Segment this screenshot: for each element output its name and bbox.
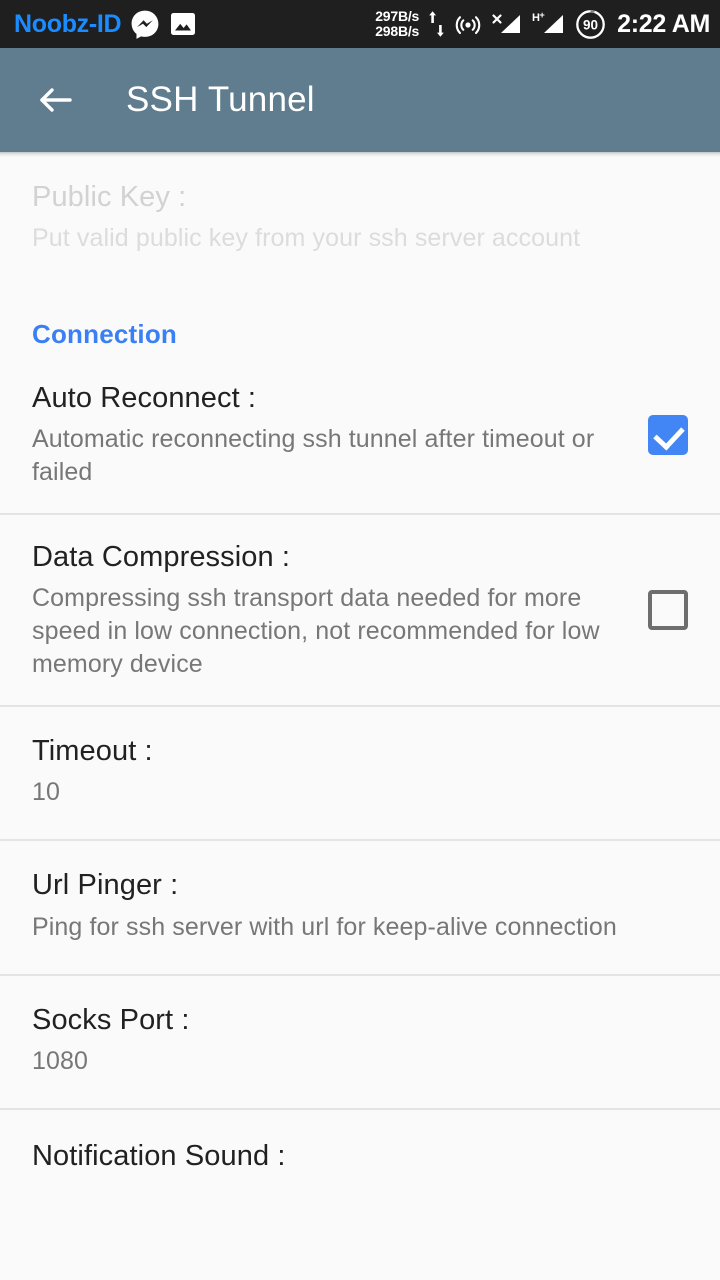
pref-public-key-text: Public Key : Put valid public key from y… bbox=[32, 179, 688, 255]
pref-socks-port-value: 1080 bbox=[32, 1046, 89, 1075]
pref-notification-sound[interactable]: Notification Sound : bbox=[0, 1109, 720, 1185]
pref-timeout-value: 10 bbox=[32, 778, 61, 807]
status-bar-left: Noobz-ID bbox=[14, 9, 197, 39]
pref-url-pinger-summary: Ping for ssh server with url for keep-al… bbox=[32, 912, 617, 941]
pref-socks-port-title: Socks Port : bbox=[32, 1003, 190, 1036]
pref-data-compression-summary: Compressing ssh transport data needed fo… bbox=[32, 584, 600, 679]
settings-list: Public Key : Put valid public key from y… bbox=[0, 157, 720, 1185]
sim1-signal-icon bbox=[491, 10, 523, 38]
network-speed-indicator: 297B/s 298B/s bbox=[375, 7, 420, 39]
pref-timeout-title: Timeout : bbox=[32, 735, 153, 768]
pref-data-compression-text: Data Compression : Compressing ssh trans… bbox=[32, 539, 622, 681]
pref-notification-sound-text: Notification Sound : bbox=[32, 1138, 688, 1175]
pref-auto-reconnect-text: Auto Reconnect : Automatic reconnecting … bbox=[32, 380, 622, 489]
pref-timeout[interactable]: Timeout : 10 bbox=[0, 707, 720, 840]
pref-public-key[interactable]: Public Key : Put valid public key from y… bbox=[0, 157, 720, 286]
checkbox-data-compression[interactable] bbox=[648, 590, 688, 631]
sim2-signal-hplus-icon: H + bbox=[532, 10, 566, 38]
status-bar: Noobz-ID 297B/s 298B/s H + 90 2:22 AM bbox=[0, 0, 720, 48]
messenger-icon bbox=[130, 9, 160, 39]
section-header-connection: Connection bbox=[0, 285, 720, 357]
hotspot-icon bbox=[454, 10, 482, 38]
network-speed-down: 298B/s bbox=[375, 23, 420, 39]
gallery-icon bbox=[169, 10, 197, 38]
checkbox-auto-reconnect[interactable] bbox=[648, 414, 688, 455]
status-bar-right: 297B/s 298B/s H + 90 2:22 AM bbox=[375, 7, 710, 40]
clock: 2:22 AM bbox=[617, 9, 710, 38]
pref-data-compression[interactable]: Data Compression : Compressing ssh trans… bbox=[0, 515, 720, 706]
svg-text:90: 90 bbox=[583, 17, 598, 32]
pref-url-pinger-title: Url Pinger : bbox=[32, 869, 179, 902]
network-speed-up: 297B/s bbox=[375, 7, 420, 24]
pref-auto-reconnect-summary: Automatic reconnecting ssh tunnel after … bbox=[32, 425, 595, 487]
pref-public-key-summary: Put valid public key from your ssh serve… bbox=[32, 224, 581, 253]
pref-url-pinger[interactable]: Url Pinger : Ping for ssh server with ur… bbox=[0, 841, 720, 974]
pref-auto-reconnect-title: Auto Reconnect : bbox=[32, 382, 257, 415]
pref-auto-reconnect[interactable]: Auto Reconnect : Automatic reconnecting … bbox=[0, 356, 720, 514]
pref-url-pinger-text: Url Pinger : Ping for ssh server with ur… bbox=[32, 867, 688, 943]
pref-timeout-text: Timeout : 10 bbox=[32, 733, 688, 809]
carrier-label: Noobz-ID bbox=[14, 9, 122, 38]
page-title: SSH Tunnel bbox=[126, 80, 315, 119]
pref-socks-port[interactable]: Socks Port : 1080 bbox=[0, 975, 720, 1108]
app-bar: SSH Tunnel bbox=[0, 48, 720, 152]
pref-public-key-title: Public Key : bbox=[32, 181, 187, 213]
svg-text:+: + bbox=[540, 10, 545, 20]
pref-notification-sound-title: Notification Sound : bbox=[32, 1139, 286, 1172]
up-down-arrows-icon bbox=[428, 9, 445, 39]
battery-icon: 90 bbox=[575, 9, 606, 40]
app-screen: Noobz-ID 297B/s 298B/s H + 90 2:22 AM SS… bbox=[0, 0, 720, 1280]
back-arrow-icon[interactable] bbox=[34, 79, 76, 121]
pref-data-compression-title: Data Compression : bbox=[32, 541, 291, 574]
pref-socks-port-text: Socks Port : 1080 bbox=[32, 1002, 688, 1078]
